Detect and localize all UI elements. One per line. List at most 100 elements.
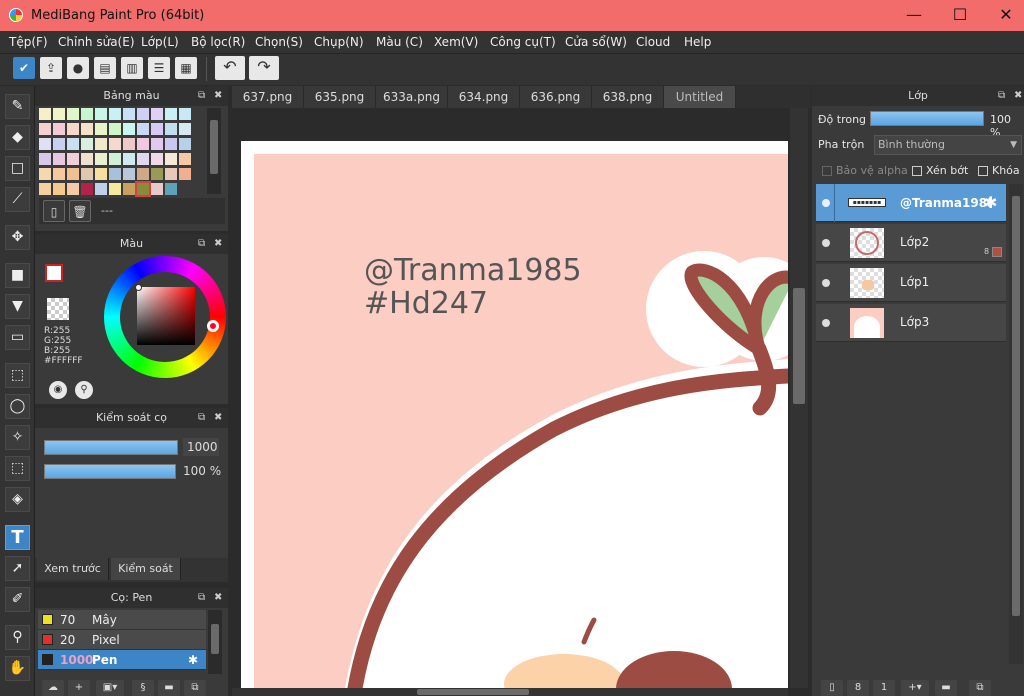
layer-item-lop3[interactable]: Lớp3 <box>816 304 1006 342</box>
brush-tool-icon[interactable]: ✎ <box>5 94 30 119</box>
close-panel-icon[interactable]: ✖ <box>1014 86 1022 106</box>
redo-icon[interactable]: ↷ <box>249 56 279 80</box>
layer-item-lop2[interactable]: Lớp2 8 <box>816 224 1006 262</box>
tab-brush-control[interactable]: Kiểm soát cọ <box>111 558 181 597</box>
magic-wand-tool-icon[interactable]: ✧ <box>5 425 30 450</box>
menu-layer[interactable]: Lớp(L) <box>141 35 179 49</box>
gear-icon[interactable]: ✱ <box>984 193 997 212</box>
eye-icon[interactable] <box>822 279 830 287</box>
layer-scroll-thumb[interactable] <box>1012 196 1020 616</box>
menu-edit[interactable]: Chỉnh sửa(E) <box>58 35 135 49</box>
add-brush-icon[interactable]: + <box>68 680 90 696</box>
layer-item-lop1[interactable]: Lớp1 <box>816 264 1006 302</box>
saturation-value-square[interactable] <box>137 287 195 345</box>
tab-brush-preview[interactable]: Xem trước cọ <box>37 558 109 597</box>
gradient-tool-icon[interactable]: ▭ <box>5 325 30 350</box>
duplicate-layer-icon[interactable]: ⧉ <box>969 680 991 696</box>
close-panel-icon[interactable]: ✖ <box>214 408 222 428</box>
select-pen-tool-icon[interactable]: ⬚ <box>5 456 30 481</box>
canvas-vscroll-thumb[interactable] <box>793 288 805 404</box>
new-layer-icon[interactable]: ▯ <box>821 680 843 696</box>
fill-rect-tool-icon[interactable]: ■ <box>5 263 30 288</box>
close-panel-icon[interactable]: ✖ <box>214 234 222 254</box>
eyedropper-icon[interactable]: ⚲ <box>75 381 93 399</box>
add-layer-menu-icon[interactable]: +▾ <box>901 680 929 696</box>
document-icon[interactable]: ▥ <box>121 57 143 79</box>
clipping-checkbox[interactable]: Xén bớt <box>912 164 968 177</box>
eye-icon[interactable] <box>822 239 830 247</box>
menu-file[interactable]: Tệp(F) <box>9 35 48 49</box>
menu-tools[interactable]: Công cụ(T) <box>490 35 556 49</box>
tab-document-active[interactable]: Untitled <box>664 86 736 108</box>
brush-menu-icon[interactable]: ▣▾ <box>96 680 124 696</box>
undock-icon[interactable]: ⧉ <box>198 408 205 428</box>
undock-icon[interactable]: ⧉ <box>198 234 205 254</box>
canvas-area[interactable]: @Tranma1985 #Hd247 <box>232 108 788 688</box>
share-icon[interactable]: ⇪ <box>40 57 62 79</box>
palette-scroll-thumb[interactable] <box>210 120 218 174</box>
speech-bubble-icon[interactable]: ● <box>67 57 89 79</box>
tab-document[interactable]: 636.png <box>520 86 592 108</box>
eraser-tool-icon[interactable]: ◆ <box>5 125 30 150</box>
menu-filter[interactable]: Bộ lọc(R) <box>191 35 245 49</box>
layer-list-scrollbar[interactable] <box>1009 184 1023 664</box>
layer-opacity-slider[interactable] <box>870 111 984 126</box>
maximize-button[interactable]: ☐ <box>937 0 983 31</box>
menu-window[interactable]: Cửa sổ(W) <box>565 35 627 49</box>
brush-settings-gear-icon[interactable]: ✱ <box>188 650 198 670</box>
palette-scrollbar[interactable] <box>207 108 221 194</box>
protect-alpha-checkbox[interactable]: Bảo vệ alpha <box>822 164 908 177</box>
canvas-vertical-scrollbar[interactable] <box>790 108 808 688</box>
operation-tool-icon[interactable]: ➚ <box>5 556 30 581</box>
brush-list-scrollbar[interactable] <box>208 610 222 674</box>
transparent-color-swatch[interactable] <box>47 298 69 320</box>
select-eraser-tool-icon[interactable]: ◈ <box>5 487 30 512</box>
brush-scroll-thumb[interactable] <box>211 624 219 654</box>
brush-opacity-value[interactable]: 100 % <box>179 462 223 480</box>
undock-icon[interactable]: ⧉ <box>998 86 1005 106</box>
divide-tool-icon[interactable]: ✐ <box>5 587 30 612</box>
canvas-horizontal-scrollbar[interactable] <box>232 688 788 696</box>
menu-view[interactable]: Xem(V) <box>434 35 478 49</box>
canvas-text[interactable]: @Tranma1985 #Hd247 <box>364 254 582 320</box>
primary-color-swatch[interactable] <box>45 264 63 282</box>
panel-layout-icon[interactable]: ▦ <box>175 57 197 79</box>
close-panel-icon[interactable]: ✖ <box>214 588 222 608</box>
brush-settings-icon[interactable]: § <box>132 680 154 696</box>
tab-document[interactable]: 638.png <box>592 86 664 108</box>
menu-help[interactable]: Help <box>684 35 711 49</box>
text-tool-icon[interactable]: T <box>5 525 30 550</box>
menu-select[interactable]: Chọn(S) <box>255 35 303 49</box>
tab-document[interactable]: 637.png <box>232 86 304 108</box>
list-icon[interactable]: ☰ <box>148 57 170 79</box>
menu-cloud[interactable]: Cloud <box>636 35 670 49</box>
brush-size-slider[interactable] <box>44 440 178 455</box>
comment-icon[interactable]: ▤ <box>94 57 116 79</box>
dot-tool-icon[interactable]: ⟋ <box>5 187 30 212</box>
brush-size-value[interactable]: 1000 <box>183 438 219 456</box>
tab-document[interactable]: 634.png <box>448 86 520 108</box>
palette-picker-icon[interactable]: ◉ <box>49 381 67 399</box>
select-tool-icon[interactable]: ⬚ <box>5 363 30 388</box>
cloud-check-icon[interactable]: ✔ <box>13 57 35 79</box>
brush-item-cloud[interactable]: 70 Mây <box>38 610 206 630</box>
new-palette-icon[interactable]: ▯ <box>43 200 65 222</box>
brush-item-pixel[interactable]: 20 Pixel <box>38 630 206 650</box>
lasso-tool-icon[interactable]: ◯ <box>5 394 30 419</box>
hue-cursor[interactable] <box>207 320 219 332</box>
brush-copy-icon[interactable]: ⧉ <box>184 680 206 696</box>
tab-document[interactable]: 635.png <box>304 86 376 108</box>
eye-icon[interactable] <box>822 199 830 207</box>
brush-item-pen[interactable]: 1000 Pen ✱ <box>38 650 206 670</box>
sv-cursor[interactable] <box>135 284 142 291</box>
trash-icon[interactable]: 🗑 <box>69 200 91 222</box>
eye-icon[interactable] <box>822 319 830 327</box>
minimize-button[interactable]: — <box>891 0 937 31</box>
layer-folder-icon[interactable]: ▬ <box>935 680 957 696</box>
canvas-hscroll-thumb[interactable] <box>417 689 529 695</box>
canvas-artwork[interactable]: @Tranma1985 #Hd247 <box>254 154 788 688</box>
new-8bit-layer-icon[interactable]: 8 <box>847 680 869 696</box>
brush-opacity-slider[interactable] <box>44 464 176 479</box>
move-tool-icon[interactable]: ✥ <box>5 225 30 250</box>
menu-snap[interactable]: Chụp(N) <box>314 35 364 49</box>
